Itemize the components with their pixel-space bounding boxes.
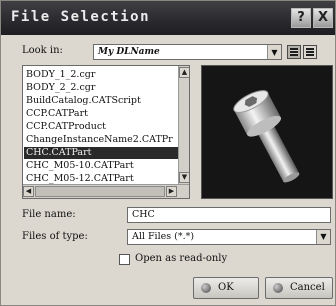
scroll-down-icon: ▼ (181, 173, 188, 181)
files-of-type-label: Files of type: (22, 231, 88, 242)
files-of-type-dropdown[interactable]: All Files (*.*) ▼ (127, 229, 331, 245)
file-selection-dialog: File Selection ? X Look in: My DLName ▼ … (0, 0, 336, 306)
cancel-button[interactable]: Cancel (265, 277, 333, 299)
ok-icon (201, 283, 211, 293)
close-icon: X (317, 10, 329, 25)
file-list-item[interactable]: CCP.CATPart (26, 108, 176, 120)
chevron-down-icon: ▼ (267, 45, 281, 59)
file-list-item[interactable]: BuildCatalog.CATScript (26, 95, 176, 107)
dialog-title: File Selection (11, 9, 151, 25)
file-list-item[interactable]: CCP.CATProduct (26, 121, 176, 133)
list-view-icon (290, 48, 298, 56)
file-list-item[interactable]: CHC_M05-10.CATPart (26, 160, 176, 172)
scroll-up-button[interactable]: ▲ (179, 67, 189, 78)
horizontal-scrollbar[interactable]: ◀ ▶ (23, 184, 189, 198)
file-name-input[interactable]: CHC (127, 207, 331, 223)
help-icon: ? (297, 10, 305, 25)
list-view-button[interactable] (287, 45, 301, 59)
look-in-value: My DLName (98, 47, 160, 57)
cancel-icon (273, 283, 283, 293)
file-list-item[interactable]: BODY_1_2.cgr (26, 69, 176, 81)
file-name-label: File name: (22, 209, 76, 220)
file-name-value: CHC (132, 209, 155, 220)
details-view-icon (306, 48, 314, 56)
socket-head-cap-screw-icon (233, 90, 300, 183)
preview-pane (201, 65, 333, 199)
cancel-button-label: Cancel (290, 282, 325, 293)
chevron-down-icon: ▼ (316, 230, 330, 244)
file-list-item-selected[interactable]: CHC.CATPart (24, 147, 181, 159)
scroll-right-button[interactable]: ▶ (166, 186, 177, 197)
help-button[interactable]: ? (291, 8, 311, 28)
scroll-left-button[interactable]: ◀ (23, 186, 34, 197)
details-view-button[interactable] (303, 45, 317, 59)
read-only-label[interactable]: Open as read-only (135, 253, 227, 264)
file-list-item[interactable]: BODY_2_2.cgr (26, 82, 176, 94)
title-bar[interactable]: File Selection ? X (1, 1, 335, 35)
scroll-down-button[interactable]: ▼ (179, 172, 189, 183)
close-button[interactable]: X (313, 8, 333, 28)
scroll-left-icon: ◀ (25, 187, 32, 195)
scroll-up-icon: ▲ (181, 68, 188, 76)
horizontal-scroll-thumb[interactable] (35, 186, 165, 197)
ok-button[interactable]: OK (193, 277, 259, 299)
file-list[interactable]: BODY_1_2.cgr BODY_2_2.cgr BuildCatalog.CAT… (22, 65, 190, 199)
look-in-dropdown[interactable]: My DLName ▼ (93, 44, 282, 60)
files-of-type-value: All Files (*.*) (132, 231, 195, 242)
scroll-right-icon: ▶ (168, 187, 175, 195)
vertical-scrollbar[interactable]: ▲ ▼ (178, 66, 189, 184)
ok-button-label: OK (218, 282, 234, 293)
look-in-label: Look in: (22, 45, 63, 56)
file-list-item[interactable]: ChangeInstanceName2.CATPr (26, 134, 176, 146)
read-only-checkbox[interactable] (119, 254, 130, 265)
